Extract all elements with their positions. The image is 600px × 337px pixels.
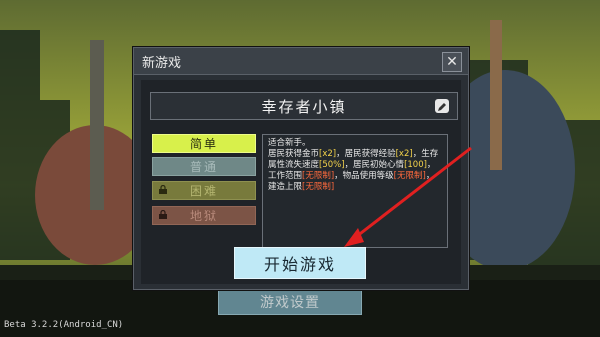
difficulty-easy-button[interactable]: 简单 (152, 134, 256, 153)
difficulty-hell-label: 地狱 (189, 209, 218, 223)
difficulty-description: 适合新手。 居民获得金币[x2]，居民获得经验[x2]，生存属性流失速度[50%… (262, 134, 448, 248)
description-body: 居民获得金币[x2]，居民获得经验[x2]，生存属性流失速度[50%]，居民初始… (268, 149, 439, 192)
close-icon: ✕ (446, 54, 458, 70)
start-game-button[interactable]: 开始游戏 (234, 247, 366, 279)
difficulty-hard-button[interactable]: 困难 (152, 181, 256, 200)
description-intro: 适合新手。 (268, 138, 311, 148)
lock-icon (159, 185, 167, 194)
difficulty-hard-label: 困难 (189, 184, 218, 198)
town-name-bar[interactable]: 幸存者小镇 (150, 92, 458, 120)
dialog-title: 新游戏 (142, 56, 182, 71)
close-button[interactable]: ✕ (442, 52, 462, 72)
version-label: Beta 3.2.2(Android_CN) (4, 320, 124, 330)
edit-icon[interactable] (435, 99, 449, 113)
lock-icon (159, 210, 167, 219)
town-name: 幸存者小镇 (261, 98, 347, 116)
difficulty-hell-button[interactable]: 地狱 (152, 206, 256, 225)
dialog-header: 新游戏 ✕ (134, 48, 468, 75)
difficulty-normal-button[interactable]: 普通 (152, 157, 256, 176)
game-settings-button[interactable]: 游戏设置 (218, 289, 362, 315)
difficulty-normal-label: 普通 (189, 160, 218, 174)
difficulty-easy-label: 简单 (189, 137, 218, 151)
